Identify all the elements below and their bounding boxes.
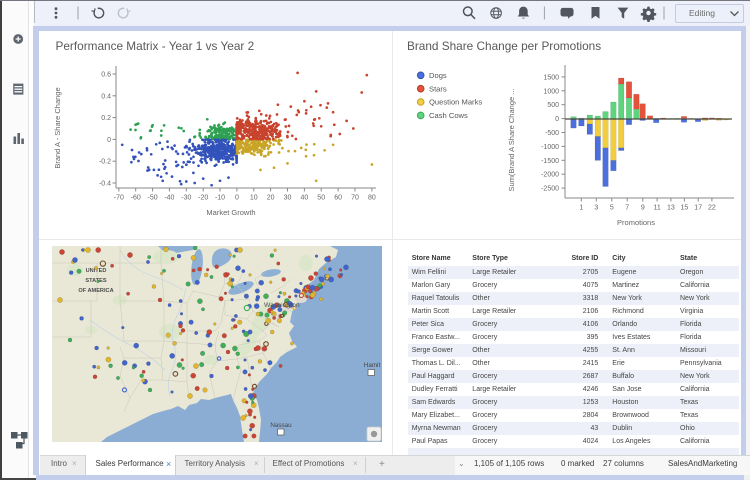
svg-text:0: 0 [235, 195, 239, 202]
svg-text:13: 13 [667, 205, 675, 212]
svg-text:17: 17 [694, 205, 702, 212]
svg-text:0: 0 [107, 137, 111, 144]
svg-text:-60: -60 [131, 195, 141, 202]
svg-text:STATES: STATES [85, 278, 107, 284]
svg-text:Promotions: Promotions [617, 218, 655, 227]
svg-text:80: 80 [368, 195, 376, 202]
svg-text:-2500: -2500 [541, 186, 559, 193]
svg-text:-40: -40 [164, 195, 174, 202]
svg-text:5: 5 [610, 205, 614, 212]
svg-text:-500: -500 [545, 130, 559, 137]
svg-text:Sum(Brand A Share Change ...: Sum(Brand A Share Change ... [507, 89, 516, 192]
svg-text:9: 9 [641, 205, 645, 212]
svg-text:30: 30 [284, 195, 292, 202]
svg-text:11: 11 [653, 205, 660, 212]
svg-text:60: 60 [334, 195, 342, 202]
svg-text:3: 3 [594, 205, 598, 212]
svg-text:1: 1 [579, 205, 583, 212]
svg-text:40: 40 [301, 195, 309, 202]
svg-text:0.6: 0.6 [101, 72, 111, 79]
svg-text:22: 22 [708, 205, 716, 212]
svg-text:500: 500 [547, 102, 559, 109]
svg-text:Brand A - Share Change: Brand A - Share Change [53, 87, 62, 168]
svg-text:-0.4: -0.4 [99, 181, 111, 188]
svg-text:-1000: -1000 [541, 144, 559, 151]
svg-text:OF AMERICA: OF AMERICA [78, 288, 113, 294]
svg-text:-20: -20 [198, 195, 208, 202]
svg-text:Dogs: Dogs [429, 71, 447, 80]
svg-text:Question Marks: Question Marks [429, 98, 482, 107]
svg-text:Hamit: Hamit [364, 362, 381, 369]
svg-text:-30: -30 [181, 195, 191, 202]
svg-text:0: 0 [555, 116, 559, 123]
svg-text:0.2: 0.2 [101, 115, 111, 122]
svg-text:-2000: -2000 [541, 172, 559, 179]
svg-text:-1500: -1500 [541, 158, 559, 165]
svg-text:Washington: Washington [264, 302, 300, 309]
svg-text:50: 50 [317, 195, 325, 202]
svg-text:7: 7 [625, 205, 629, 212]
svg-text:-0.2: -0.2 [99, 159, 111, 166]
svg-text:20: 20 [267, 195, 275, 202]
svg-text:10: 10 [250, 195, 258, 202]
svg-text:1500: 1500 [543, 74, 559, 81]
svg-text:Cash Cows: Cash Cows [429, 111, 468, 120]
svg-text:-10: -10 [215, 195, 225, 202]
svg-text:Stars: Stars [429, 84, 447, 93]
svg-text:1000: 1000 [543, 88, 559, 95]
svg-text:15: 15 [681, 205, 689, 212]
svg-text:Market Growth: Market Growth [206, 208, 255, 217]
svg-text:0.4: 0.4 [101, 93, 111, 100]
svg-text:Nassau: Nassau [270, 422, 292, 429]
svg-text:-70: -70 [114, 195, 124, 202]
svg-text:70: 70 [351, 195, 359, 202]
svg-text:-50: -50 [148, 195, 158, 202]
